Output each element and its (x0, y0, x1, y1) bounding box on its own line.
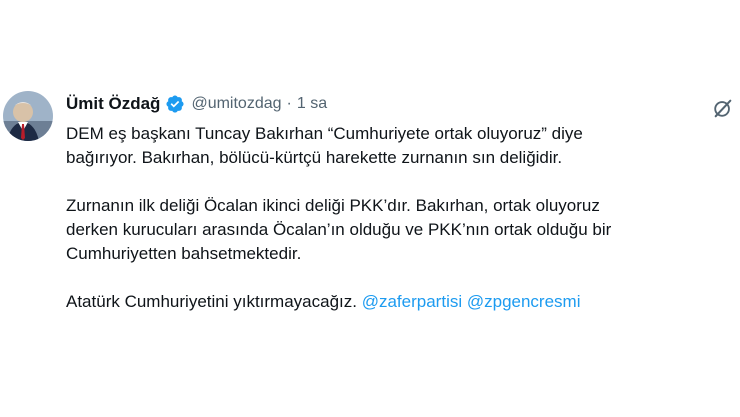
timestamp[interactable]: 1 sa (297, 95, 327, 113)
text-line: DEM eş başkanı Tuncay Bakırhan “Cumhuriy… (66, 124, 583, 143)
avatar[interactable] (3, 91, 53, 141)
mention-zpgencresmi[interactable]: @zpgencresmi (467, 292, 581, 311)
closing-sentence: Atatürk Cumhuriyetini yıktırmayacağız. (66, 292, 357, 311)
paragraph-2: Zurnanın ilk deliği Öcalan ikinci deliği… (66, 194, 736, 266)
text-line: derken kurucuları arasında Öcalan’ın old… (66, 220, 612, 239)
text-line: bağırıyor. Bakırhan, bölücü-kürtçü harek… (66, 148, 563, 167)
paragraph-1: DEM eş başkanı Tuncay Bakırhan “Cumhuriy… (66, 122, 736, 170)
text-line: Zurnanın ilk deliği Öcalan ikinci deliği… (66, 196, 600, 215)
grok-icon[interactable] (712, 97, 734, 119)
author-name[interactable]: Ümit Özdağ (66, 94, 160, 114)
tweet-text: DEM eş başkanı Tuncay Bakırhan “Cumhuriy… (66, 122, 736, 314)
tweet-header: Ümit Özdağ @umitozdag · 1 sa (66, 92, 327, 116)
text-line: Atatürk Cumhuriyetini yıktırmayacağız. @… (66, 290, 736, 314)
paragraph-3: Atatürk Cumhuriyetini yıktırmayacağız. @… (66, 290, 736, 314)
verified-badge-icon (166, 95, 184, 113)
mention-zaferpartisi[interactable]: @zaferpartisi (362, 292, 462, 311)
author-handle[interactable]: @umitozdag (191, 95, 281, 113)
avatar-photo (3, 91, 53, 141)
separator-dot: · (286, 95, 292, 112)
text-line: Cumhuriyetten bahsetmektedir. (66, 244, 302, 263)
tweet-card: Ümit Özdağ @umitozdag · 1 sa DEM eş başk… (0, 0, 740, 417)
